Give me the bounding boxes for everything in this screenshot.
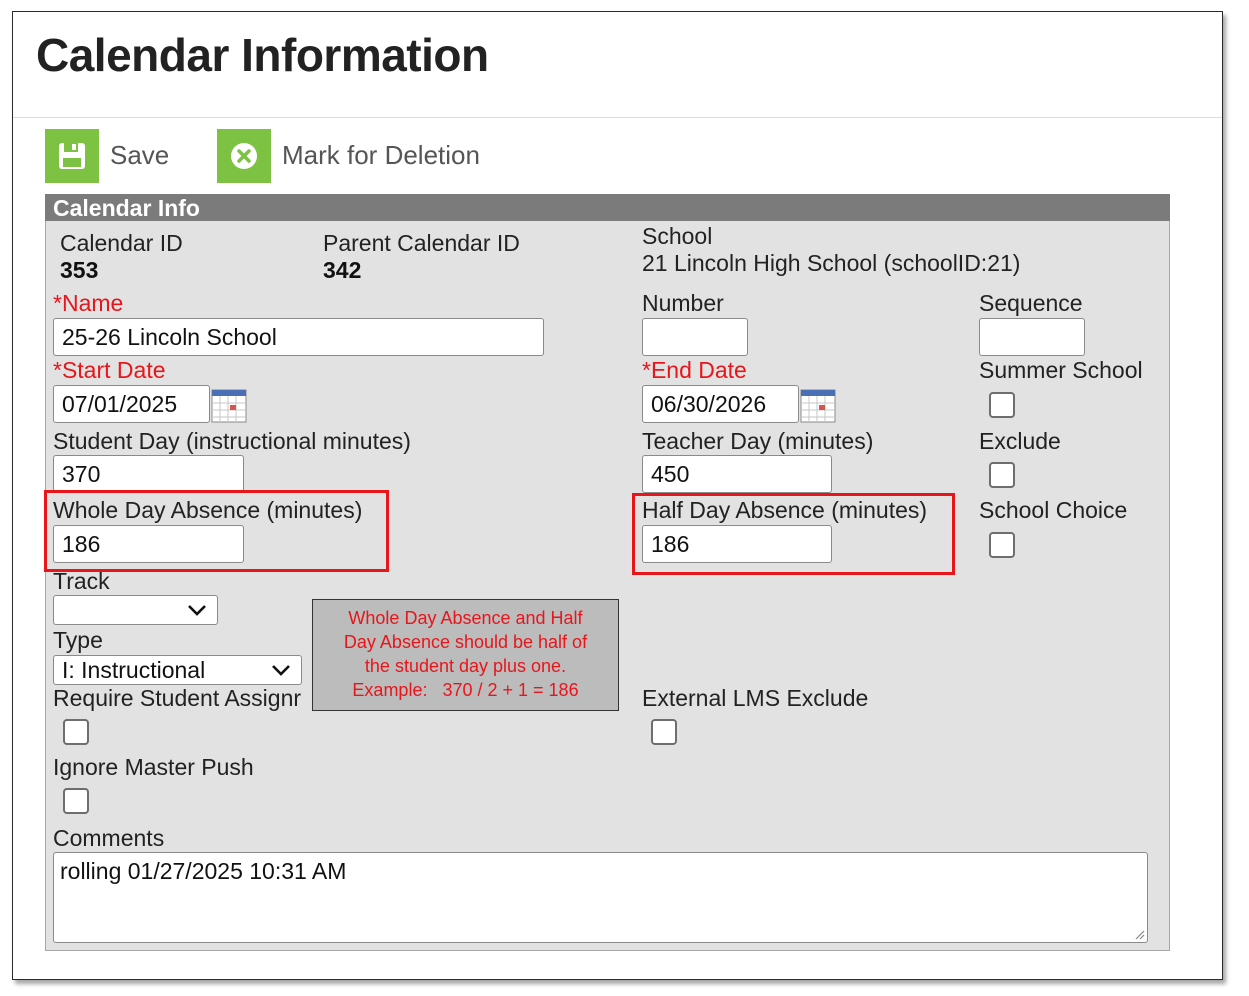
- panel-header: [45, 194, 1170, 221]
- required-mark: *: [642, 357, 651, 383]
- title-divider: [13, 117, 1222, 118]
- number-input[interactable]: [642, 318, 748, 356]
- type-label: Type: [53, 627, 103, 653]
- type-select[interactable]: I: Instructional: [53, 655, 302, 685]
- end-date-input[interactable]: 06/30/2026: [642, 385, 799, 423]
- track-label: Track: [53, 568, 110, 594]
- half-day-absence-highlight: [632, 493, 955, 575]
- ignore-master-push-checkbox[interactable]: [63, 788, 89, 814]
- save-label: Save: [110, 140, 170, 170]
- comments-value: rolling 01/27/2025 10:31 AM: [60, 858, 347, 884]
- end-date-label: *End Date: [642, 357, 747, 383]
- exclude-label: Exclude: [979, 428, 1061, 454]
- panel-title: Calendar Info: [53, 195, 200, 221]
- resize-handle-icon[interactable]: [1133, 928, 1145, 940]
- comments-textarea[interactable]: rolling 01/27/2025 10:31 AM: [53, 852, 1148, 943]
- annotation-line: Day Absence should be half of: [343, 632, 588, 652]
- annotation-line: Whole Day Absence and Half: [348, 608, 583, 628]
- external-lms-exclude-checkbox[interactable]: [651, 719, 677, 745]
- name-label-text: Name: [61, 290, 124, 316]
- parent-calendar-id-label: Parent Calendar ID: [323, 230, 520, 256]
- mark-for-deletion-button[interactable]: Mark for Deletion: [217, 129, 497, 183]
- summer-school-label: Summer School: [979, 357, 1143, 383]
- save-icon: [45, 129, 99, 183]
- delete-icon: [217, 129, 271, 183]
- external-lms-exclude-label: External LMS Exclude: [642, 685, 869, 711]
- student-day-input[interactable]: 370: [53, 455, 244, 493]
- teacher-day-label: Teacher Day (minutes): [642, 428, 874, 454]
- calendar-icon[interactable]: [211, 389, 247, 423]
- chevron-down-icon: [188, 605, 206, 616]
- sequence-input[interactable]: [979, 318, 1085, 356]
- calendar-id-label: Calendar ID: [60, 230, 183, 256]
- require-student-assignment-label: Require Student Assignr: [53, 685, 302, 711]
- type-select-value: I: Instructional: [62, 657, 206, 683]
- required-mark: *: [53, 290, 62, 316]
- school-label: School: [642, 223, 713, 249]
- track-select[interactable]: [53, 595, 218, 625]
- name-label: *Name: [53, 290, 123, 316]
- start-date-label-text: Start Date: [61, 357, 166, 383]
- summer-school-checkbox[interactable]: [989, 392, 1015, 418]
- required-mark: *: [53, 357, 62, 383]
- parent-calendar-id-value: 342: [323, 257, 362, 283]
- comments-label: Comments: [53, 825, 165, 851]
- start-date-input[interactable]: 07/01/2025: [53, 385, 210, 423]
- exclude-checkbox[interactable]: [989, 462, 1015, 488]
- student-day-label: Student Day (instructional minutes): [53, 428, 411, 454]
- annotation-callout: Whole Day Absence and Half Day Absence s…: [312, 599, 619, 711]
- mark-for-deletion-label: Mark for Deletion: [282, 140, 480, 170]
- start-date-label: *Start Date: [53, 357, 166, 383]
- school-choice-checkbox[interactable]: [989, 532, 1015, 558]
- chevron-down-icon: [272, 665, 290, 676]
- calendar-id-value: 353: [60, 257, 99, 283]
- teacher-day-input[interactable]: 450: [642, 455, 832, 493]
- sequence-label: Sequence: [979, 290, 1083, 316]
- whole-day-absence-highlight: [44, 490, 389, 572]
- school-choice-label: School Choice: [979, 497, 1128, 523]
- ignore-master-push-label: Ignore Master Push: [53, 754, 254, 780]
- end-date-label-text: End Date: [650, 357, 747, 383]
- annotation-line: the student day plus one.: [364, 656, 567, 676]
- require-student-assignment-checkbox[interactable]: [63, 719, 89, 745]
- save-button[interactable]: Save: [45, 129, 185, 183]
- number-label: Number: [642, 290, 724, 316]
- annotation-line: Example: 370 / 2 + 1 = 186: [352, 680, 579, 700]
- page-title: Calendar Information: [36, 29, 489, 81]
- school-value: 21 Lincoln High School (schoolID:21): [642, 250, 1021, 276]
- name-input[interactable]: 25-26 Lincoln School: [53, 318, 544, 356]
- calendar-icon[interactable]: [800, 389, 836, 423]
